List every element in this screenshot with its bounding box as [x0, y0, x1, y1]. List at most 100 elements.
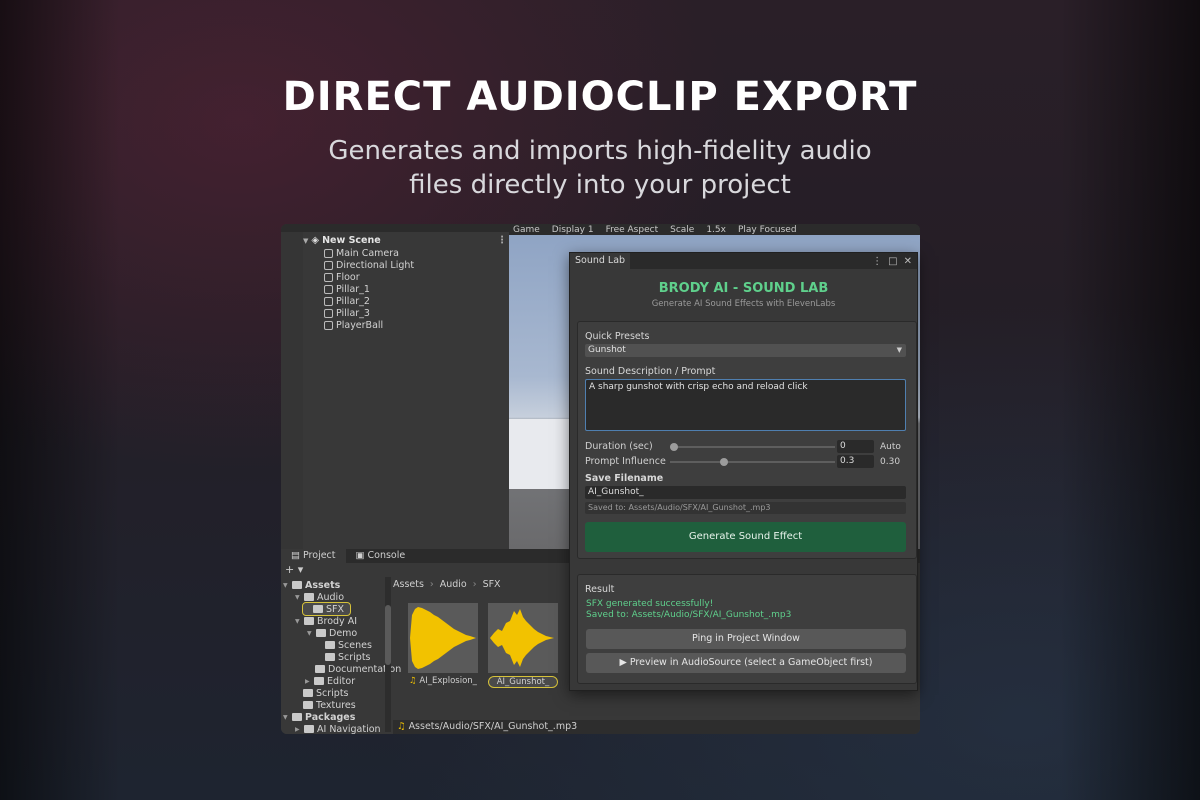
tree-label: Scripts: [316, 687, 349, 699]
folder-icon: [303, 689, 313, 697]
asset-gunshot[interactable]: AI_Gunshot_: [488, 603, 558, 693]
tree-label: SFX: [326, 603, 345, 615]
breadcrumb-separator-icon: ›: [472, 579, 477, 590]
preview-audiosource-button[interactable]: ▶ Preview in AudioSource (select a GameO…: [586, 653, 906, 673]
influence-slider[interactable]: [670, 457, 835, 466]
tree-item-brody-ai[interactable]: ▼ Brody AI: [295, 615, 357, 627]
breadcrumb-separator-icon: ›: [429, 579, 434, 590]
prompt-textarea[interactable]: A sharp gunshot with crisp echo and relo…: [585, 379, 906, 431]
expand-arrow-icon[interactable]: ▼: [307, 630, 313, 637]
tree-label: Textures: [316, 699, 356, 711]
tree-item-demo-scripts[interactable]: Scripts: [325, 651, 371, 663]
folder-icon: [292, 581, 302, 589]
asset-label: ♫ AI_Explosion_: [408, 676, 478, 686]
hierarchy-item-label: Directional Light: [336, 259, 415, 271]
scene-name: New Scene: [322, 235, 381, 246]
generate-sound-button[interactable]: Generate Sound Effect: [585, 522, 906, 552]
influence-row: Prompt Influence 0.3 0.30: [585, 455, 906, 468]
tree-item-demo[interactable]: ▼ Demo: [307, 627, 357, 639]
sound-lab-tab[interactable]: Sound Lab: [570, 253, 631, 269]
hierarchy-item-floor[interactable]: Floor: [324, 271, 360, 283]
banner-headline: DIRECT AUDIOCLIP EXPORT: [282, 74, 918, 120]
slider-handle[interactable]: [719, 457, 728, 466]
asset-explosion[interactable]: ♫ AI_Explosion_: [408, 603, 478, 693]
folder-icon: [313, 605, 323, 613]
tree-label: Packages: [305, 711, 356, 723]
hierarchy-item-label: PlayerBall: [336, 319, 384, 331]
hierarchy-item-main-camera[interactable]: Main Camera: [324, 247, 399, 259]
expand-arrow-icon[interactable]: ▶: [305, 678, 311, 685]
influence-label: Prompt Influence: [585, 456, 666, 467]
display-dropdown[interactable]: Display 1: [552, 225, 594, 235]
result-success-message: SFX generated successfully!: [586, 599, 714, 609]
window-menu-icon[interactable]: ⋮: [872, 256, 882, 267]
gameobject-icon: [324, 260, 333, 270]
tree-item-editor[interactable]: ▶ Editor: [305, 675, 355, 687]
scrollbar-thumb[interactable]: [385, 605, 391, 665]
expand-arrow-icon[interactable]: ▼: [295, 594, 301, 601]
tree-item-scenes[interactable]: Scenes: [325, 639, 372, 651]
filename-input[interactable]: AI_Gunshot_: [585, 486, 906, 499]
folder-icon: [303, 701, 313, 709]
duration-slider[interactable]: [670, 442, 835, 451]
audio-clip-icon: ♫: [397, 721, 406, 732]
presets-dropdown[interactable]: Gunshot ▼: [585, 344, 906, 357]
hierarchy-item-playerball[interactable]: PlayerBall: [324, 319, 383, 331]
breadcrumb-item[interactable]: SFX: [483, 579, 501, 590]
expand-arrow-icon[interactable]: ▼: [303, 237, 308, 245]
scale-label: Scale: [670, 224, 695, 235]
tab-console[interactable]: ▣ Console: [346, 549, 416, 563]
hierarchy-item-pillar-2[interactable]: Pillar_2: [324, 295, 370, 307]
breadcrumb-item[interactable]: Audio: [440, 579, 467, 590]
play-mode-dropdown[interactable]: Play Focused: [738, 225, 797, 235]
folder-icon: [316, 629, 326, 637]
influence-field[interactable]: 0.3: [837, 455, 874, 468]
hierarchy-item-directional-light[interactable]: Directional Light: [324, 259, 414, 271]
influence-suffix: 0.30: [880, 456, 901, 467]
tree-item-packages[interactable]: ▼ Packages: [283, 711, 355, 723]
close-icon[interactable]: ✕: [904, 256, 912, 267]
breadcrumb-item[interactable]: Assets: [393, 579, 424, 590]
breadcrumb: Assets › Audio › SFX: [393, 579, 501, 590]
gameobject-icon: [324, 284, 333, 294]
tree-label: Editor: [327, 675, 356, 687]
waveform-icon: [490, 609, 554, 667]
maximize-icon[interactable]: □: [888, 256, 897, 267]
tree-label: Demo: [329, 627, 358, 639]
tree-item-sfx[interactable]: SFX: [301, 602, 352, 616]
scene-menu-icon[interactable]: ⋮: [497, 235, 507, 246]
saved-path-hint: Saved to: Assets/Audio/SFX/AI_Gunshot_.m…: [585, 502, 906, 514]
presets-value: Gunshot: [588, 345, 626, 355]
duration-field[interactable]: 0: [837, 440, 874, 453]
tree-item-scripts[interactable]: Scripts: [303, 687, 349, 699]
game-tab[interactable]: Game: [513, 225, 540, 235]
settings-panel: Quick Presets Gunshot ▼ Sound Descriptio…: [577, 321, 917, 559]
dropdown-arrow-icon: ▼: [896, 346, 902, 354]
aspect-dropdown[interactable]: Free Aspect: [606, 225, 659, 235]
expand-arrow-icon[interactable]: ▼: [295, 618, 301, 625]
selected-asset-path: ♫ Assets/Audio/SFX/AI_Gunshot_.mp3: [393, 720, 920, 734]
scene-row[interactable]: ▼ ◈ New Scene ⋮: [303, 234, 507, 247]
tab-project[interactable]: ▤ Project: [281, 549, 346, 563]
expand-arrow-icon[interactable]: ▼: [283, 714, 289, 721]
path-text: Assets/Audio/SFX/AI_Gunshot_.mp3: [408, 721, 578, 732]
expand-arrow-icon[interactable]: ▶: [295, 726, 301, 733]
folder-icon: [304, 617, 314, 625]
tree-item-textures[interactable]: Textures: [303, 699, 356, 711]
hierarchy-item-pillar-3[interactable]: Pillar_3: [324, 307, 370, 319]
hierarchy-item-pillar-1[interactable]: Pillar_1: [324, 283, 370, 295]
tree-label: Scripts: [338, 651, 371, 663]
project-tree-scrollbar[interactable]: [385, 577, 391, 732]
tree-item-assets[interactable]: ▼ Assets: [283, 579, 340, 591]
ping-project-button[interactable]: Ping in Project Window: [586, 629, 906, 649]
audio-clip-icon: ♫: [409, 676, 417, 686]
sound-lab-titlebar[interactable]: Sound Lab ⋮ □ ✕: [570, 253, 917, 269]
tree-item-ai-navigation[interactable]: ▶ AI Navigation: [295, 723, 381, 735]
hierarchy-item-label: Pillar_1: [336, 283, 370, 295]
tree-item-audio[interactable]: ▼ Audio: [295, 591, 344, 603]
slider-handle[interactable]: [670, 442, 678, 451]
hierarchy-item-label: Pillar_2: [336, 295, 370, 307]
tab-label: Project: [303, 550, 336, 561]
scale-value[interactable]: 1.5x: [706, 225, 726, 235]
expand-arrow-icon[interactable]: ▼: [283, 582, 289, 589]
